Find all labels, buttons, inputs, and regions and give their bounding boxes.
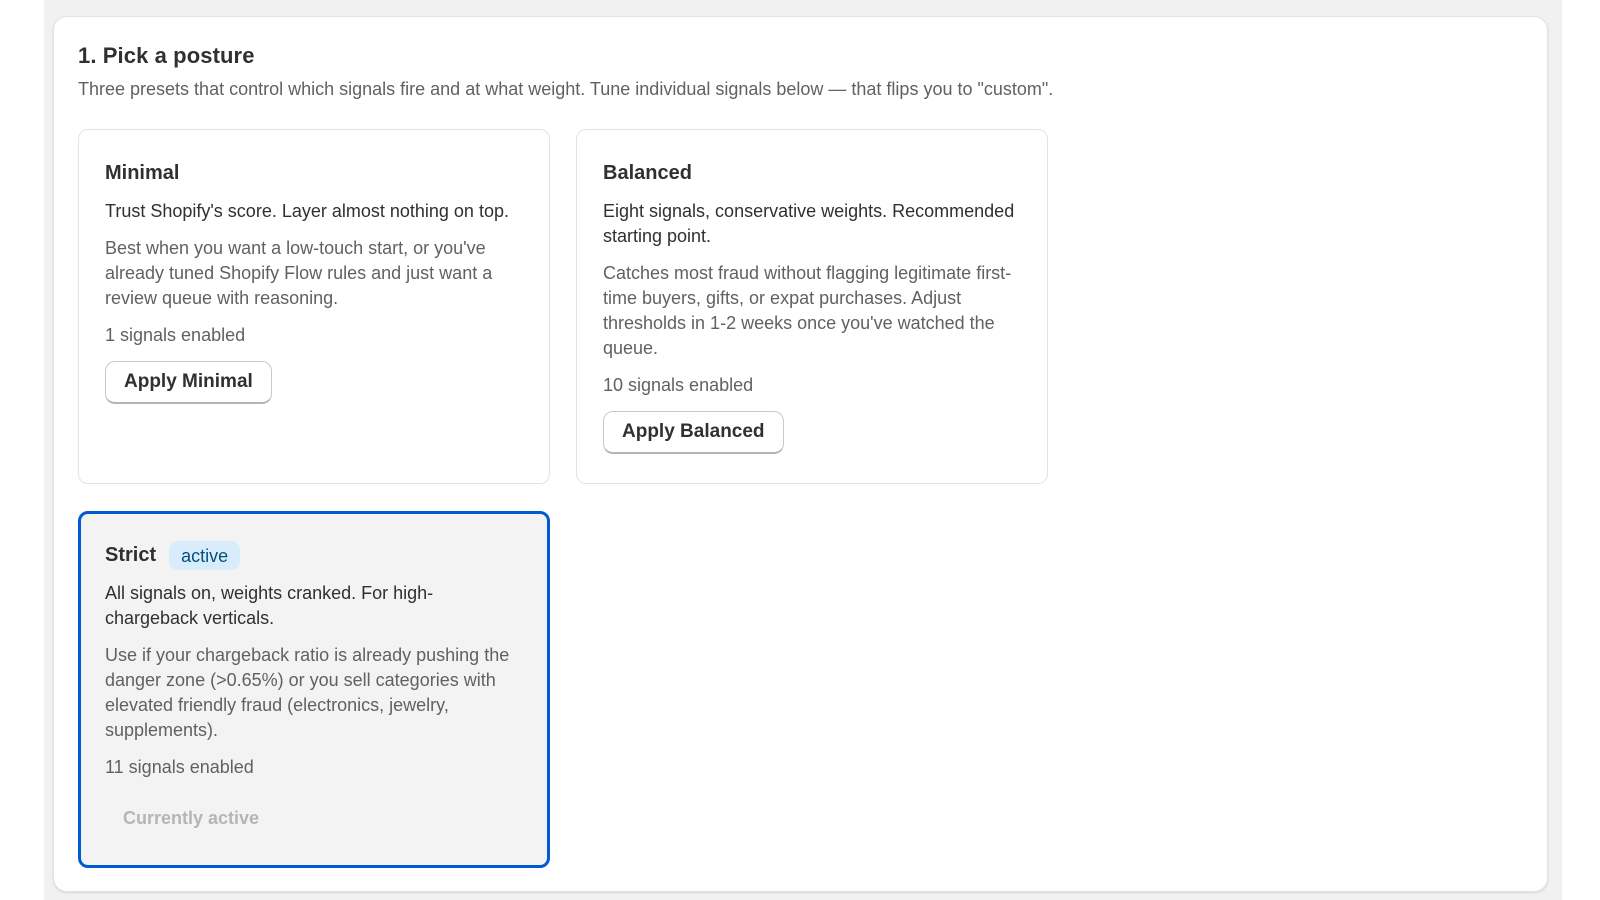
preset-name: Balanced bbox=[603, 161, 692, 184]
apply-balanced-button[interactable]: Apply Balanced bbox=[603, 411, 784, 454]
apply-minimal-button[interactable]: Apply Minimal bbox=[105, 361, 272, 404]
signal-count: 1 signals enabled bbox=[105, 325, 246, 345]
section-subtitle: Three presets that control which signals… bbox=[78, 79, 1054, 99]
preset-description: Catches most fraud without flagging legi… bbox=[603, 263, 1012, 358]
preset-card-minimal: Minimal Trust Shopify's score. Layer alm… bbox=[78, 129, 550, 484]
section-title: 1. Pick a posture bbox=[78, 43, 255, 68]
preset-card-header: Strict active bbox=[105, 540, 524, 570]
signal-count: 10 signals enabled bbox=[603, 375, 754, 395]
preset-tagline: Trust Shopify's score. Layer almost noth… bbox=[105, 201, 509, 221]
preset-name: Minimal bbox=[105, 161, 180, 184]
preset-name: Strict bbox=[105, 543, 157, 566]
preset-tagline: Eight signals, conservative weights. Rec… bbox=[603, 201, 1015, 246]
preset-card-strict: Strict active All signals on, weights cr… bbox=[78, 511, 550, 868]
preset-card-header: Balanced bbox=[603, 159, 1022, 187]
preset-card-balanced: Balanced Eight signals, conservative wei… bbox=[576, 129, 1048, 484]
signal-count: 11 signals enabled bbox=[105, 757, 254, 777]
currently-active-button: Currently active bbox=[105, 803, 277, 833]
preset-description: Best when you want a low-touch start, or… bbox=[105, 238, 493, 308]
preset-description: Use if your chargeback ratio is already … bbox=[105, 645, 510, 740]
posture-section: 1. Pick a posture Three presets that con… bbox=[53, 16, 1548, 892]
status-badge: active bbox=[169, 540, 241, 570]
preset-tagline: All signals on, weights cranked. For hig… bbox=[105, 583, 434, 628]
preset-card-header: Minimal bbox=[105, 159, 524, 187]
